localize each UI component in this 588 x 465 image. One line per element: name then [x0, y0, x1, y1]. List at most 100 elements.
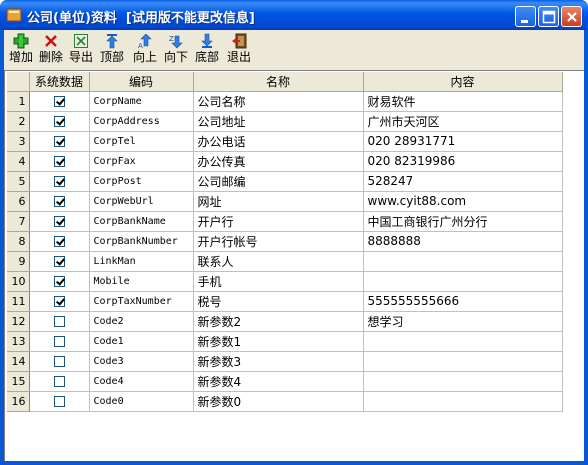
- system-data-checkbox[interactable]: [53, 356, 65, 367]
- move-bottom-button[interactable]: 底部: [193, 33, 221, 67]
- code-cell[interactable]: Code3: [89, 351, 194, 372]
- system-data-checkbox[interactable]: [53, 236, 65, 247]
- row-number[interactable]: 7: [7, 211, 30, 232]
- name-cell[interactable]: 开户行帐号: [193, 231, 364, 252]
- system-data-checkbox-cell[interactable]: [29, 331, 90, 352]
- table-row[interactable]: 6 CorpWebUrl 网址 www.cyit88.com: [7, 191, 563, 212]
- row-number[interactable]: 1: [7, 91, 30, 112]
- name-cell[interactable]: 新参数1: [193, 331, 364, 352]
- system-data-checkbox-cell[interactable]: [29, 91, 90, 112]
- name-cell[interactable]: 联系人: [193, 251, 364, 272]
- row-number[interactable]: 8: [7, 231, 30, 252]
- code-cell[interactable]: Code1: [89, 331, 194, 352]
- column-header-content[interactable]: 内容: [363, 72, 563, 92]
- table-row[interactable]: 10 Mobile 手机: [7, 271, 563, 292]
- code-cell[interactable]: Code2: [89, 311, 194, 332]
- content-cell[interactable]: 8888888: [363, 231, 563, 252]
- content-cell[interactable]: 想学习: [363, 311, 563, 332]
- column-header-name[interactable]: 名称: [193, 72, 364, 92]
- table-row[interactable]: 16 Code0 新参数0: [7, 391, 563, 412]
- content-cell[interactable]: 020 82319986: [363, 151, 563, 172]
- move-down-button[interactable]: Z 向下: [162, 33, 190, 67]
- system-data-checkbox-cell[interactable]: [29, 251, 90, 272]
- table-row[interactable]: 3 CorpTel 办公电话 020 28931771: [7, 131, 563, 152]
- table-row[interactable]: 13 Code1 新参数1: [7, 331, 563, 352]
- name-cell[interactable]: 新参数3: [193, 351, 364, 372]
- column-header-system[interactable]: 系统数据: [29, 72, 90, 92]
- table-row[interactable]: 12 Code2 新参数2 想学习: [7, 311, 563, 332]
- code-cell[interactable]: CorpName: [89, 91, 194, 112]
- content-cell[interactable]: 中国工商银行广州分行: [363, 211, 563, 232]
- row-number[interactable]: 14: [7, 351, 30, 372]
- name-cell[interactable]: 税号: [193, 291, 364, 312]
- table-row[interactable]: 15 Code4 新参数4: [7, 371, 563, 392]
- name-cell[interactable]: 手机: [193, 271, 364, 292]
- code-cell[interactable]: Code4: [89, 371, 194, 392]
- system-data-checkbox[interactable]: [53, 176, 65, 187]
- code-cell[interactable]: CorpFax: [89, 151, 194, 172]
- system-data-checkbox[interactable]: [53, 336, 65, 347]
- content-cell[interactable]: [363, 251, 563, 272]
- code-cell[interactable]: CorpPost: [89, 171, 194, 192]
- name-cell[interactable]: 网址: [193, 191, 364, 212]
- row-number[interactable]: 11: [7, 291, 30, 312]
- close-button[interactable]: [561, 6, 582, 27]
- system-data-checkbox-cell[interactable]: [29, 351, 90, 372]
- content-cell[interactable]: [363, 271, 563, 292]
- system-data-checkbox[interactable]: [53, 276, 65, 287]
- row-number[interactable]: 4: [7, 151, 30, 172]
- code-cell[interactable]: Mobile: [89, 271, 194, 292]
- name-cell[interactable]: 开户行: [193, 211, 364, 232]
- code-cell[interactable]: CorpTel: [89, 131, 194, 152]
- system-data-checkbox-cell[interactable]: [29, 271, 90, 292]
- code-cell[interactable]: CorpBankNumber: [89, 231, 194, 252]
- code-cell[interactable]: CorpAddress: [89, 111, 194, 132]
- delete-button[interactable]: 删除: [37, 33, 65, 67]
- table-row[interactable]: 9 LinkMan 联系人: [7, 251, 563, 272]
- export-button[interactable]: 导出: [67, 33, 95, 67]
- system-data-checkbox-cell[interactable]: [29, 131, 90, 152]
- code-cell[interactable]: LinkMan: [89, 251, 194, 272]
- move-top-button[interactable]: 顶部: [98, 33, 126, 67]
- table-row[interactable]: 7 CorpBankName 开户行 中国工商银行广州分行: [7, 211, 563, 232]
- system-data-checkbox-cell[interactable]: [29, 111, 90, 132]
- content-cell[interactable]: [363, 351, 563, 372]
- table-row[interactable]: 5 CorpPost 公司邮编 528247: [7, 171, 563, 192]
- row-number[interactable]: 9: [7, 251, 30, 272]
- system-data-checkbox[interactable]: [53, 396, 65, 407]
- column-header-code[interactable]: 编码: [89, 72, 194, 92]
- add-button[interactable]: 增加: [7, 33, 35, 67]
- system-data-checkbox-cell[interactable]: [29, 151, 90, 172]
- system-data-checkbox[interactable]: [53, 116, 65, 127]
- row-number[interactable]: 13: [7, 331, 30, 352]
- table-row[interactable]: 1 CorpName 公司名称 财易软件: [7, 91, 563, 112]
- system-data-checkbox-cell[interactable]: [29, 311, 90, 332]
- name-cell[interactable]: 新参数0: [193, 391, 364, 412]
- row-number[interactable]: 16: [7, 391, 30, 412]
- row-number-header[interactable]: [7, 72, 30, 92]
- system-data-checkbox[interactable]: [53, 156, 65, 167]
- system-data-checkbox[interactable]: [53, 96, 65, 107]
- system-data-checkbox[interactable]: [53, 376, 65, 387]
- exit-button[interactable]: 退出: [225, 33, 253, 67]
- content-cell[interactable]: 广州市天河区: [363, 111, 563, 132]
- title-bar[interactable]: 公司(单位)资料 [试用版不能更改信息]: [0, 0, 588, 30]
- table-row[interactable]: 8 CorpBankNumber 开户行帐号 8888888: [7, 231, 563, 252]
- system-data-checkbox-cell[interactable]: [29, 171, 90, 192]
- name-cell[interactable]: 公司地址: [193, 111, 364, 132]
- maximize-button[interactable]: [538, 6, 559, 27]
- table-row[interactable]: 11 CorpTaxNumber 税号 555555555666: [7, 291, 563, 312]
- system-data-checkbox-cell[interactable]: [29, 391, 90, 412]
- code-cell[interactable]: Code0: [89, 391, 194, 412]
- content-cell[interactable]: [363, 371, 563, 392]
- system-data-checkbox[interactable]: [53, 136, 65, 147]
- code-cell[interactable]: CorpTaxNumber: [89, 291, 194, 312]
- code-cell[interactable]: CorpWebUrl: [89, 191, 194, 212]
- system-data-checkbox-cell[interactable]: [29, 191, 90, 212]
- name-cell[interactable]: 公司名称: [193, 91, 364, 112]
- row-number[interactable]: 12: [7, 311, 30, 332]
- name-cell[interactable]: 新参数2: [193, 311, 364, 332]
- content-cell[interactable]: www.cyit88.com: [363, 191, 563, 212]
- table-row[interactable]: 14 Code3 新参数3: [7, 351, 563, 372]
- content-cell[interactable]: 528247: [363, 171, 563, 192]
